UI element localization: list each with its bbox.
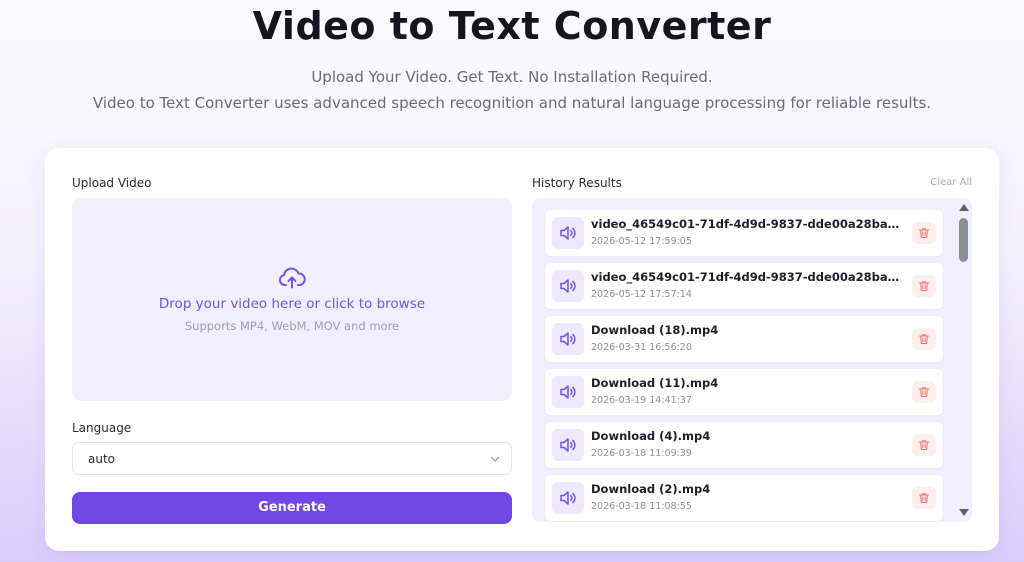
dropzone-text[interactable]: Drop your video here or click to browse [72,296,512,312]
page-subtitle: Upload Your Video. Get Text. No Installa… [311,68,713,86]
generate-button[interactable]: Generate [72,492,512,524]
history-item-name: Download (2).mp4 [591,482,711,496]
speaker-icon [560,279,576,293]
history-item[interactable]: Download (18).mp4 2026-03-31 16:56:20 [545,316,943,362]
history-item-name: Download (4).mp4 [591,429,711,443]
speaker-icon [560,332,576,346]
trash-icon [918,228,930,239]
history-item[interactable]: Download (4).mp4 2026-03-18 11:09:39 [545,422,943,468]
history-scrollbar[interactable] [955,198,972,522]
speaker-icon [560,438,576,452]
trash-icon [918,281,930,292]
upload-video-label: Upload Video [72,176,152,190]
scroll-up-arrow-icon[interactable] [959,204,969,211]
page-description: Video to Text Converter uses advanced sp… [92,94,932,112]
trash-icon [918,334,930,345]
speaker-icon [560,385,576,399]
history-item[interactable]: video_46549c01-71df-4d9d-9837-dde00a28ba… [545,210,943,256]
history-item[interactable]: video_46549c01-71df-4d9d-9837-dde00a28ba… [545,263,943,309]
history-item[interactable]: Download (2).mp4 2026-03-18 11:08:55 [545,475,943,521]
play-audio-button[interactable] [552,429,584,461]
delete-button[interactable] [912,275,936,297]
scroll-down-arrow-icon[interactable] [959,509,969,516]
delete-button[interactable] [912,381,936,403]
history-item-date: 2026-03-18 11:08:55 [591,501,692,512]
history-results-label: History Results [532,176,622,190]
play-audio-button[interactable] [552,217,584,249]
history-item-name: video_46549c01-71df-4d9d-9837-dde00a28ba… [591,270,903,284]
speaker-icon [560,226,576,240]
history-item-date: 2026-05-12 17:59:05 [591,236,692,247]
history-list: video_46549c01-71df-4d9d-9837-dde00a28ba… [545,210,943,522]
chevron-down-icon [490,456,500,462]
trash-icon [918,387,930,398]
clear-all-button[interactable]: Clear All [930,177,972,188]
delete-button[interactable] [912,222,936,244]
history-item-name: video_46549c01-71df-4d9d-9837-dde00a28ba… [591,217,903,231]
history-item-date: 2026-05-12 17:57:14 [591,289,692,300]
page-title: Video to Text Converter [252,4,772,48]
delete-button[interactable] [912,434,936,456]
history-item-date: 2026-03-19 14:41:37 [591,395,692,406]
history-item-date: 2026-03-31 16:56:20 [591,342,692,353]
history-item[interactable]: Download (11).mp4 2026-03-19 14:41:37 [545,369,943,415]
language-select-value: auto [88,452,116,466]
dropzone-hint: Supports MP4, WebM, MOV and more [184,319,400,333]
delete-button[interactable] [912,487,936,509]
history-panel: video_46549c01-71df-4d9d-9837-dde00a28ba… [532,198,972,522]
converter-card: Upload Video Drop your video here or cli… [45,148,999,551]
speaker-icon [560,491,576,505]
cloud-upload-icon [278,267,306,289]
play-audio-button[interactable] [552,270,584,302]
scroll-thumb[interactable] [959,218,968,262]
trash-icon [918,493,930,504]
history-item-name: Download (11).mp4 [591,376,719,390]
delete-button[interactable] [912,328,936,350]
play-audio-button[interactable] [552,376,584,408]
play-audio-button[interactable] [552,482,584,514]
trash-icon [918,440,930,451]
history-item-date: 2026-03-18 11:09:39 [591,448,692,459]
history-item-name: Download (18).mp4 [591,323,719,337]
play-audio-button[interactable] [552,323,584,355]
language-label: Language [72,421,132,435]
language-select[interactable]: auto [72,442,512,475]
